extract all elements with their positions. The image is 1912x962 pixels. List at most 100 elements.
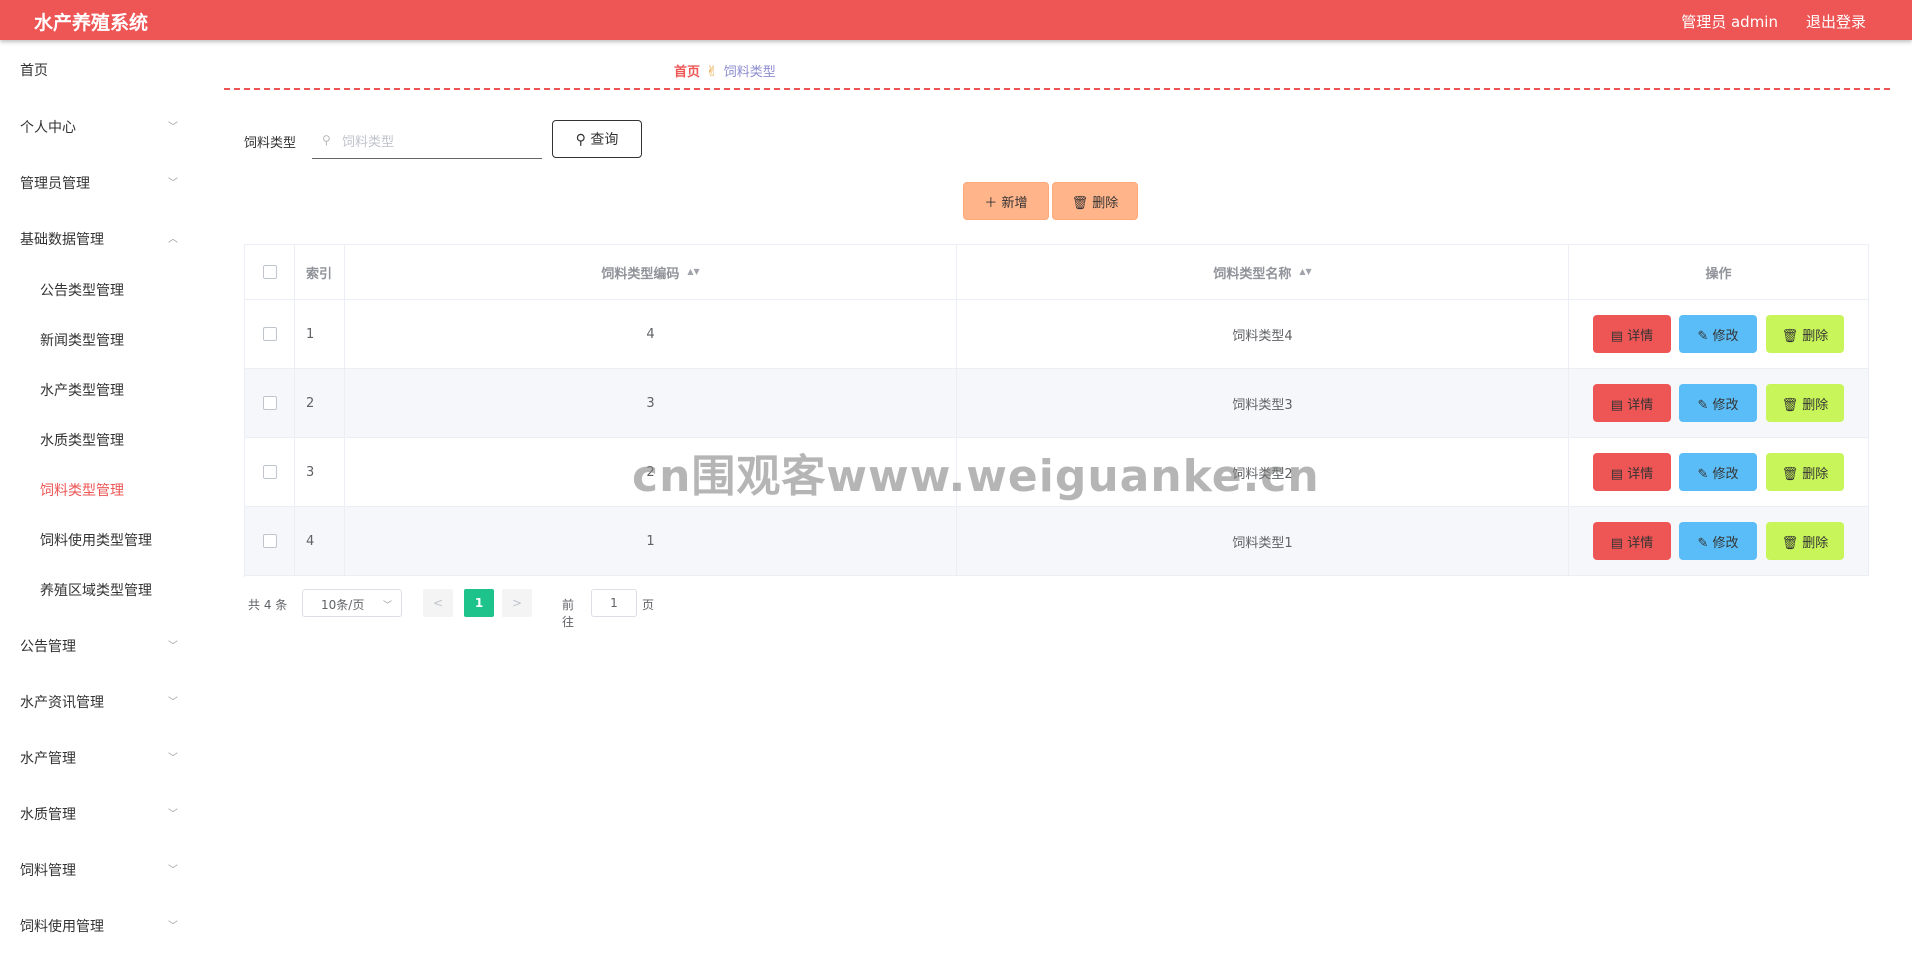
- chevron-down-icon: ﹀: [168, 753, 178, 764]
- sidebar-item-area-type[interactable]: 养殖区域类型管理: [40, 580, 152, 600]
- edit-button[interactable]: ✎ 修改: [1679, 453, 1757, 491]
- header-ops: 操作: [1569, 245, 1869, 299]
- breadcrumb-home[interactable]: 首页: [674, 65, 700, 80]
- row-ops: ▤ 详情 ✎ 修改 🗑 删除: [1569, 507, 1869, 575]
- sidebar-item-water[interactable]: 水质管理: [20, 804, 76, 824]
- row-name: 饲料类型2: [957, 438, 1569, 506]
- header-code-label: 饲料类型编码: [601, 266, 680, 282]
- goto-page-input[interactable]: 1: [591, 589, 637, 617]
- goto-label: 前往: [562, 598, 575, 629]
- delete-button[interactable]: 🗑 删除: [1766, 453, 1844, 491]
- goto-page-unit: 页: [642, 598, 655, 612]
- sidebar-item-feed[interactable]: 饲料管理: [20, 860, 76, 880]
- row-name: 饲料类型1: [957, 507, 1569, 575]
- row-index: 1: [295, 300, 345, 368]
- hand-icon: ✌: [706, 64, 718, 80]
- prev-page-button[interactable]: <: [423, 589, 453, 617]
- sidebar-item-notice-type[interactable]: 公告类型管理: [40, 280, 124, 300]
- row-select-cell: [245, 438, 295, 506]
- detail-button[interactable]: ▤ 详情: [1593, 453, 1671, 491]
- next-page-button[interactable]: >: [502, 589, 532, 617]
- row-ops: ▤ 详情 ✎ 修改 🗑 删除: [1569, 438, 1869, 506]
- row-select-cell: [245, 507, 295, 575]
- batch-delete-button[interactable]: 🗑 删除: [1052, 182, 1138, 220]
- chevron-down-icon: ﹀: [168, 865, 178, 876]
- app-title: 水产养殖系统: [34, 12, 149, 34]
- row-code: 4: [345, 300, 957, 368]
- table-header: 索引 饲料类型编码 ▲▼ 饲料类型名称 ▲▼ 操作: [245, 245, 1869, 300]
- breadcrumb-current: 饲料类型: [723, 65, 776, 80]
- delete-button[interactable]: 🗑 删除: [1766, 315, 1844, 353]
- sidebar-item-profile[interactable]: 个人中心: [20, 117, 76, 137]
- row-ops: ▤ 详情 ✎ 修改 🗑 删除: [1569, 300, 1869, 368]
- page-size-select[interactable]: 10条/页 ﹀: [302, 589, 402, 617]
- delete-button[interactable]: 🗑 删除: [1766, 384, 1844, 422]
- row-index: 3: [295, 438, 345, 506]
- select-all-checkbox[interactable]: [263, 265, 277, 279]
- sidebar-item-news[interactable]: 水产资讯管理: [20, 692, 104, 712]
- chevron-down-icon: ﹀: [168, 178, 178, 189]
- sidebar-item-feed-usage[interactable]: 饲料使用管理: [20, 916, 104, 936]
- row-index: 4: [295, 507, 345, 575]
- row-code: 3: [345, 369, 957, 437]
- detail-button[interactable]: ▤ 详情: [1593, 522, 1671, 560]
- sidebar-item-admin[interactable]: 管理员管理: [20, 173, 90, 193]
- edit-button[interactable]: ✎ 修改: [1679, 522, 1757, 560]
- header-name[interactable]: 饲料类型名称 ▲▼: [957, 245, 1569, 299]
- sidebar-item-aquatic-type[interactable]: 水产类型管理: [40, 380, 124, 400]
- row-select-cell: [245, 369, 295, 437]
- sort-icon[interactable]: ▲▼: [1299, 268, 1311, 276]
- breadcrumb: 首页 ✌ 饲料类型: [674, 61, 776, 80]
- sidebar-item-notice[interactable]: 公告管理: [20, 636, 76, 656]
- pagination-total: 共 4 条: [248, 598, 288, 612]
- edit-button[interactable]: ✎ 修改: [1679, 384, 1757, 422]
- edit-button[interactable]: ✎ 修改: [1679, 315, 1757, 353]
- add-button[interactable]: ＋ 新增: [963, 182, 1049, 220]
- current-user: 管理员 admin: [1681, 13, 1778, 31]
- sidebar-item-home[interactable]: 首页: [20, 60, 48, 80]
- table-row: 1 4 饲料类型4 ▤ 详情 ✎ 修改 🗑 删除: [245, 300, 1869, 369]
- search-field: ⚲: [312, 126, 542, 159]
- row-index: 2: [295, 369, 345, 437]
- search-input[interactable]: [340, 130, 534, 154]
- chevron-down-icon: ﹀: [168, 122, 178, 133]
- detail-button[interactable]: ▤ 详情: [1593, 384, 1671, 422]
- row-checkbox[interactable]: [263, 327, 277, 341]
- top-bar: 水产养殖系统 管理员 admin 退出登录: [0, 0, 1912, 40]
- chevron-down-icon: ﹀: [168, 809, 178, 820]
- header-code[interactable]: 饲料类型编码 ▲▼: [345, 245, 957, 299]
- delete-button[interactable]: 🗑 删除: [1766, 522, 1844, 560]
- sidebar-item-basic-data[interactable]: 基础数据管理: [20, 229, 104, 249]
- divider: [224, 88, 1890, 90]
- row-code: 2: [345, 438, 957, 506]
- logout-link[interactable]: 退出登录: [1806, 11, 1866, 32]
- header-select-cell: [245, 245, 295, 299]
- row-checkbox[interactable]: [263, 396, 277, 410]
- query-button[interactable]: ⚲ 查询: [552, 120, 642, 158]
- sidebar: 首页 个人中心 ﹀ 管理员管理 ﹀ 基础数据管理 ︿ 公告类型管理 新闻类型管理…: [0, 40, 190, 962]
- search-label: 饲料类型: [244, 136, 297, 151]
- sidebar-item-water-type[interactable]: 水质类型管理: [40, 430, 124, 450]
- detail-button[interactable]: ▤ 详情: [1593, 315, 1671, 353]
- table-row: 3 2 饲料类型2 ▤ 详情 ✎ 修改 🗑 删除: [245, 438, 1869, 507]
- row-name: 饲料类型3: [957, 369, 1569, 437]
- sidebar-item-feed-usage-type[interactable]: 饲料使用类型管理: [40, 530, 152, 550]
- page-number-1[interactable]: 1: [464, 589, 494, 617]
- row-checkbox[interactable]: [263, 534, 277, 548]
- row-ops: ▤ 详情 ✎ 修改 🗑 删除: [1569, 369, 1869, 437]
- table-row: 4 1 饲料类型1 ▤ 详情 ✎ 修改 🗑 删除: [245, 507, 1869, 576]
- chevron-down-icon: ﹀: [168, 641, 178, 652]
- row-name: 饲料类型4: [957, 300, 1569, 368]
- chevron-down-icon: ﹀: [168, 921, 178, 932]
- row-checkbox[interactable]: [263, 465, 277, 479]
- chevron-down-icon: ﹀: [383, 601, 393, 611]
- row-select-cell: [245, 300, 295, 368]
- sort-icon[interactable]: ▲▼: [687, 268, 699, 276]
- sidebar-item-aquatic[interactable]: 水产管理: [20, 748, 76, 768]
- sidebar-item-feed-type[interactable]: 饲料类型管理: [40, 480, 124, 500]
- table-row: 2 3 饲料类型3 ▤ 详情 ✎ 修改 🗑 删除: [245, 369, 1869, 438]
- sidebar-item-news-type[interactable]: 新闻类型管理: [40, 330, 124, 350]
- page-size-value: 10条/页: [321, 598, 365, 612]
- data-table: 索引 饲料类型编码 ▲▼ 饲料类型名称 ▲▼ 操作 1 4 饲料类型4 ▤ 详情 ✎…: [244, 244, 1869, 577]
- chevron-up-icon: ︿: [168, 234, 178, 245]
